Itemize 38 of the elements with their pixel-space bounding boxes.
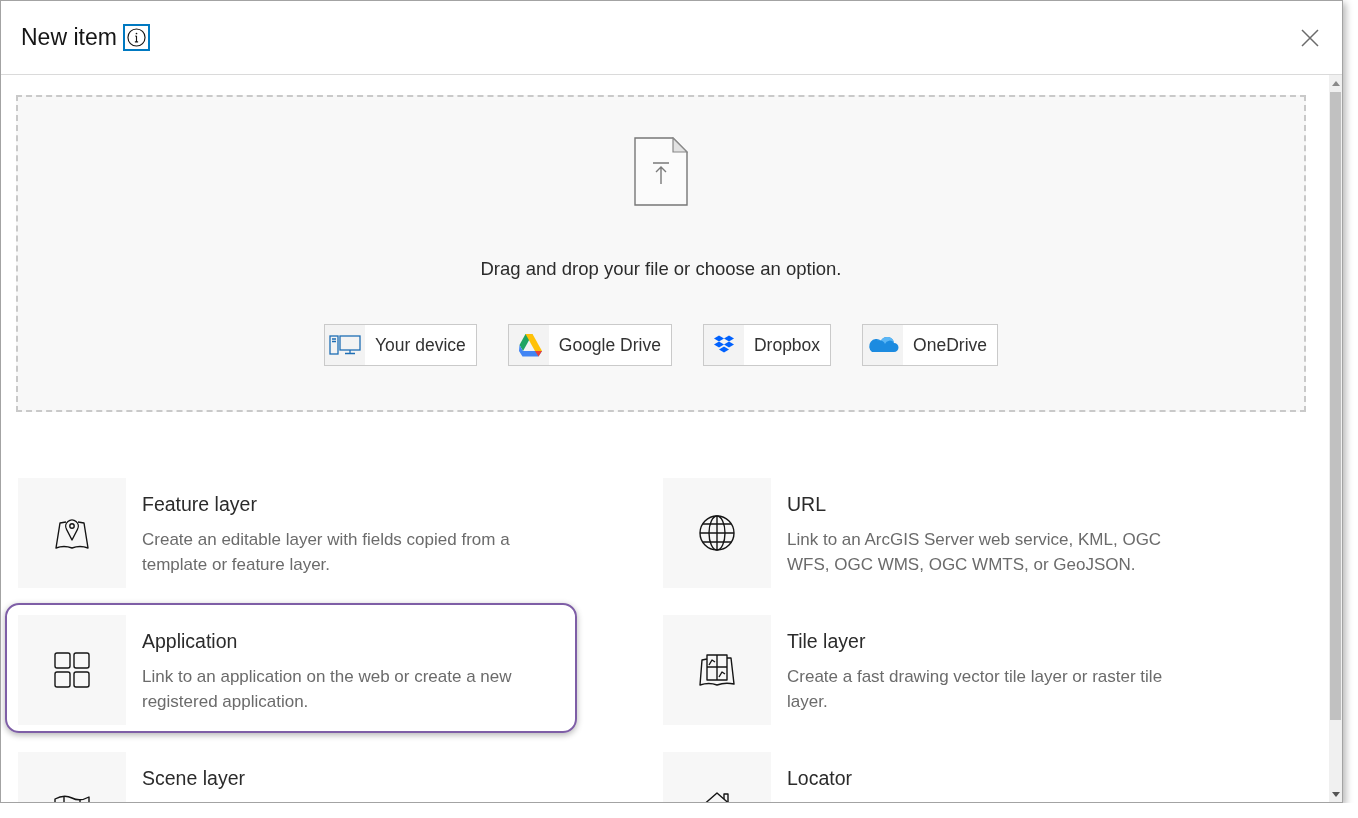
item-title: Scene layer [142,766,245,791]
item-type-card[interactable]: Scene layer [5,740,577,802]
info-button[interactable] [122,24,150,51]
map-pin-icon [18,478,126,588]
source-button[interactable]: Your device [324,324,477,366]
info-icon [126,28,146,47]
item-type-card[interactable]: URL Link to an ArcGIS Server web service, KML, OGC WFS, OGC WMS, OGC WMTS, or GeoJSON. [650,466,1222,596]
item-title: Application [142,629,239,654]
drop-prompt: Drag and drop your file or choose an option. [480,257,842,281]
drop-zone[interactable]: Drag and drop your file or choose an option. Your device Google Drive Dropbox OneDrive [16,95,1306,412]
item-title: Feature layer [142,492,258,517]
dialog-title: New item [21,24,117,51]
diamond-boxes-icon [703,325,744,365]
item-description: Create a fast drawing vector tile layer or raster tile layer. [787,666,1164,713]
map-tiles-icon [663,615,771,725]
item-title: URL [787,492,827,517]
close-icon [1301,28,1319,47]
item-description: Link to an ArcGIS Server web service, KML, OGC WFS, OGC WMS, OGC WMTS, or GeoJSON. [787,529,1163,576]
item-title: Tile layer [787,629,867,654]
triangle-logo-icon [508,325,549,365]
item-description: Link to an application on the web or create a new registered application. [142,666,513,713]
computer-icon [325,325,365,365]
source-button[interactable]: Google Drive [507,324,672,366]
item-type-card[interactable]: Application Link to an application on the web or create a new registered application. [5,603,577,733]
item-title: Locator [787,766,853,791]
scroll-up-icon[interactable] [1331,81,1340,86]
scroll-down-icon[interactable] [1331,792,1340,797]
cloud-icon [863,325,904,365]
item-description: Create an editable layer with fields copied from a template or feature layer. [142,529,511,576]
scrollbar-thumb[interactable] [1330,92,1341,720]
item-type-card[interactable]: Tile layer Create a fast drawing vector tile layer or raster tile layer. [650,603,1222,733]
source-button[interactable]: Dropbox [702,324,832,366]
item-type-card[interactable]: Feature layer Create an editable layer with fields copied from a template or feature layer. [5,466,577,596]
source-button[interactable]: OneDrive [862,324,998,366]
item-type-card[interactable]: Locator [650,740,1222,802]
globe-icon [663,478,771,588]
file-upload-icon [634,137,688,206]
four-squares-icon [18,615,126,725]
